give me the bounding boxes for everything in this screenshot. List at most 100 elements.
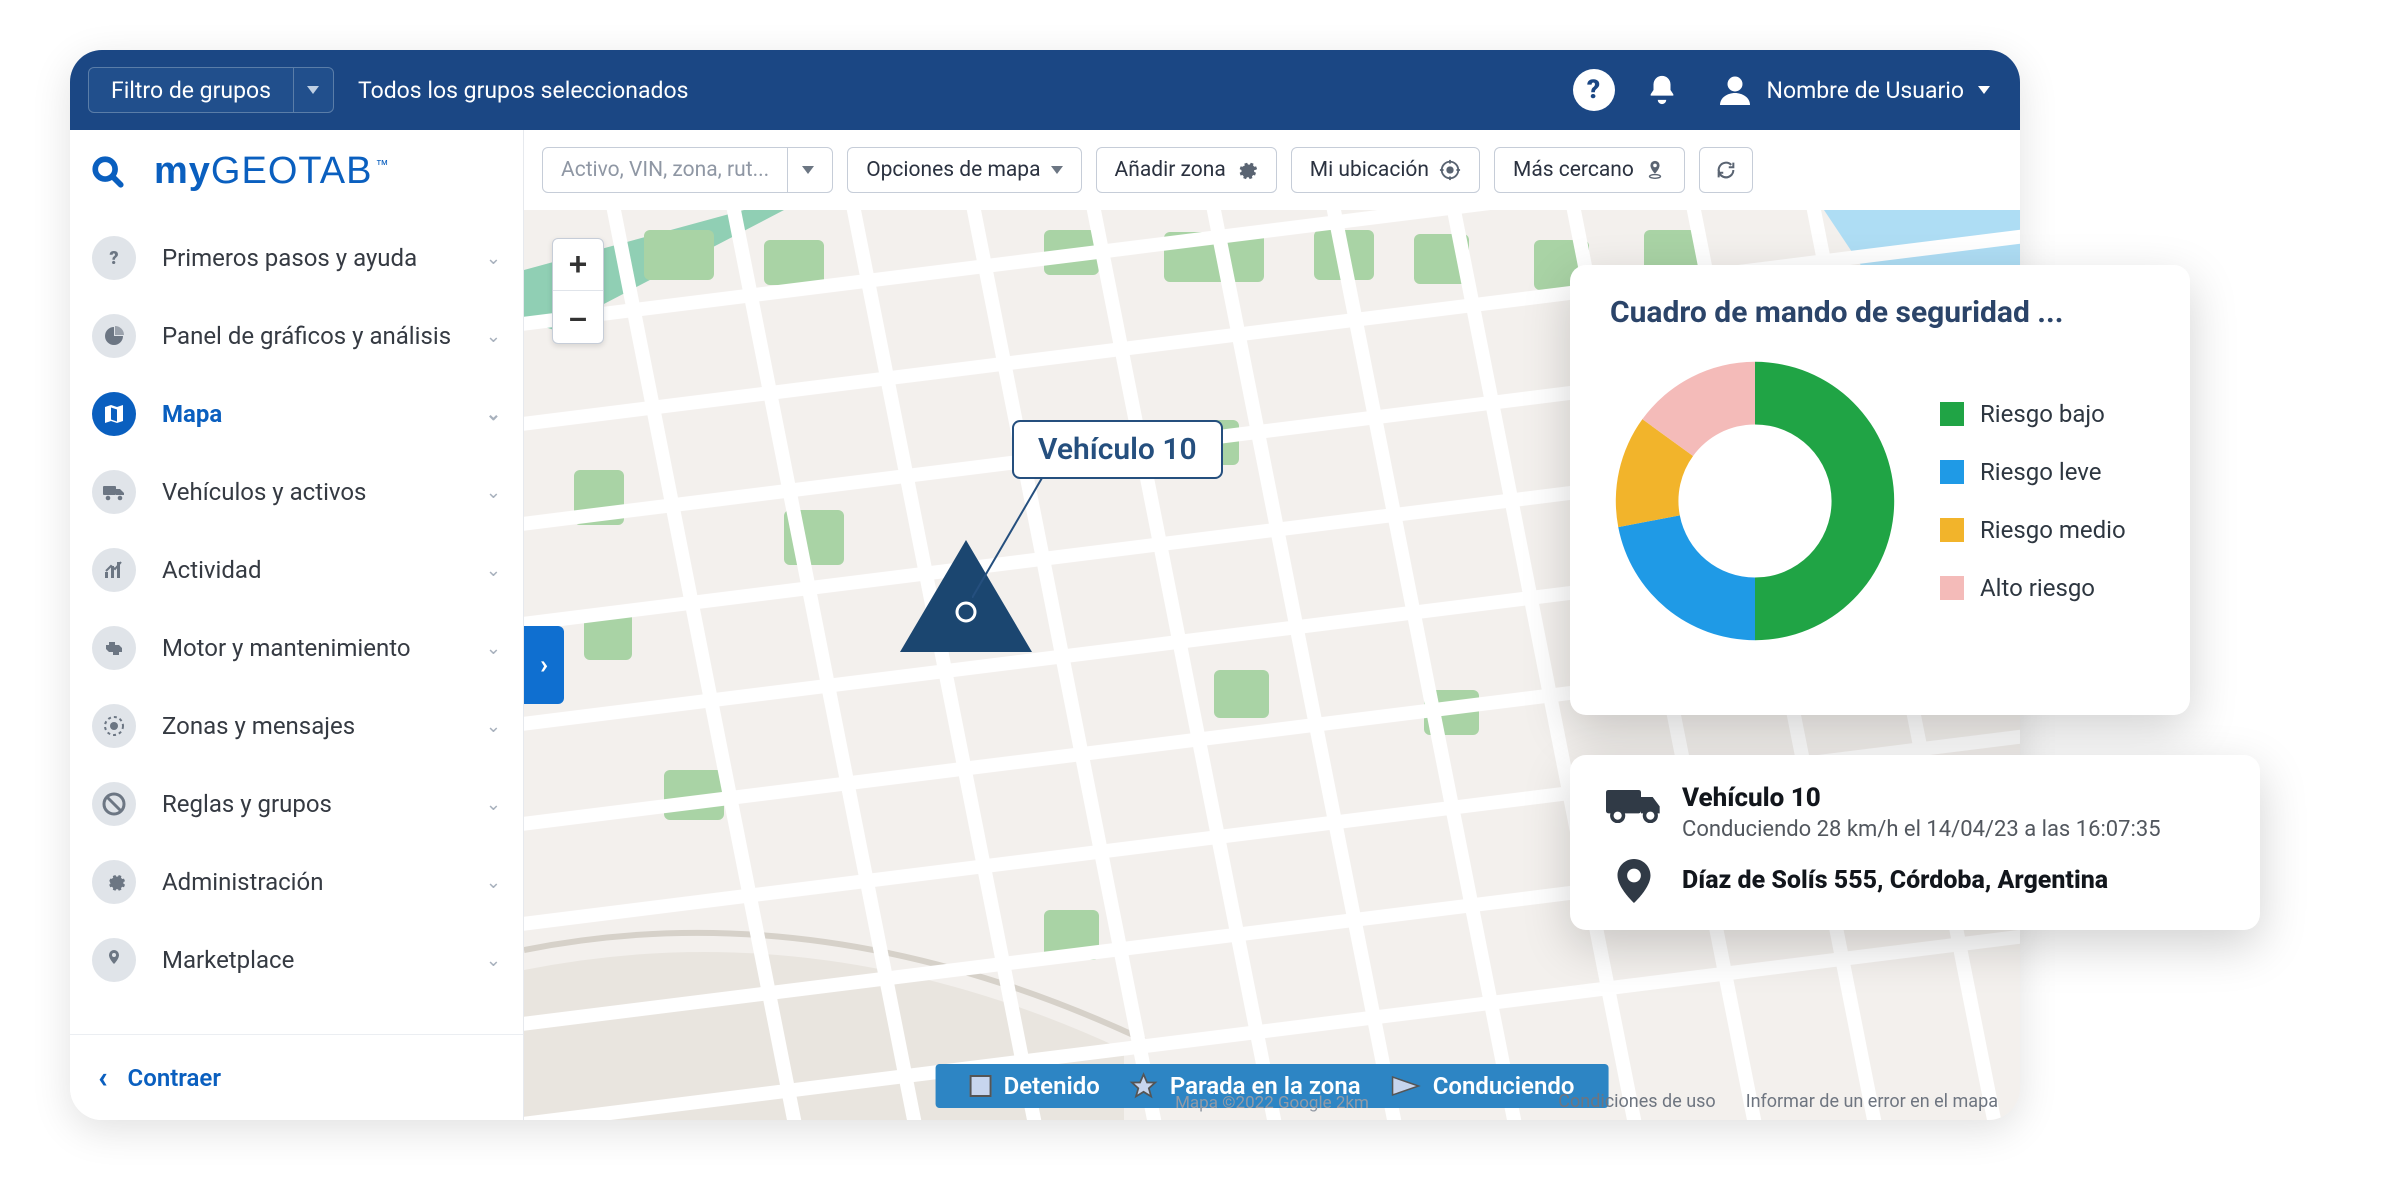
risk-legend-item: Riesgo medio <box>1940 516 2126 544</box>
vehicle-name: Vehículo 10 <box>1682 783 2161 813</box>
donut-slice-1 <box>1618 515 1755 640</box>
chevron-down-icon: ⌄ <box>486 716 501 737</box>
vehicle-address: Díaz de Solís 555, Córdoba, Argentina <box>1682 864 2108 898</box>
report-error-link[interactable]: Informar de un error en el mapa <box>1746 1091 1998 1112</box>
group-filter-caret[interactable] <box>293 68 333 112</box>
collapse-sidebar-button[interactable]: ‹ Contraer <box>70 1034 523 1120</box>
map-options-label: Opciones de mapa <box>866 158 1040 182</box>
chevron-down-icon: ⌄ <box>486 794 501 815</box>
truck-icon <box>92 470 136 514</box>
legend-swatch <box>1940 402 1964 426</box>
group-filter-label: Filtro de grupos <box>89 77 293 104</box>
group-filter-dropdown[interactable]: Filtro de grupos <box>88 67 334 113</box>
zones-icon <box>92 704 136 748</box>
chevron-down-icon: ⌄ <box>486 872 501 893</box>
legend-swatch <box>1940 460 1964 484</box>
sidebar-item-marketplace[interactable]: Marketplace⌄ <box>70 921 523 999</box>
asset-search-placeholder: Activo, VIN, zona, rut... <box>561 158 769 182</box>
chevron-down-icon <box>1978 86 1990 94</box>
add-zone-label: Añadir zona <box>1115 158 1226 182</box>
gear-icon <box>92 860 136 904</box>
legend-label: Riesgo bajo <box>1980 400 2105 428</box>
nearest-label: Más cercano <box>1513 158 1634 182</box>
expand-panel-button[interactable]: › <box>524 626 564 704</box>
sidebar-item-label: Motor y mantenimiento <box>162 634 486 662</box>
sidebar-item-engine[interactable]: Motor y mantenimiento⌄ <box>70 609 523 687</box>
map-toolbar: Activo, VIN, zona, rut... Opciones de ma… <box>524 130 2020 210</box>
sidebar-item-activity[interactable]: Actividad⌄ <box>70 531 523 609</box>
vehicle-label: Vehículo 10 <box>1038 432 1197 467</box>
bell-icon <box>1645 73 1679 107</box>
vehicle-label-callout[interactable]: Vehículo 10 <box>1012 420 1223 479</box>
star-icon <box>1130 1072 1158 1100</box>
legend-label: Alto riesgo <box>1980 574 2095 602</box>
chevron-down-icon <box>307 86 319 94</box>
map-options-button[interactable]: Opciones de mapa <box>847 147 1081 193</box>
activity-icon <box>92 548 136 592</box>
legend-swatch <box>1940 576 1964 600</box>
map-icon <box>92 392 136 436</box>
sidebar-item-rules[interactable]: Reglas y grupos⌄ <box>70 765 523 843</box>
sidebar: myGEOTAB™ ?Primeros pasos y ayuda⌄Panel … <box>70 130 524 1120</box>
question-icon: ? <box>92 236 136 280</box>
chart-icon <box>92 314 136 358</box>
terms-link[interactable]: Condiciones de uso <box>1558 1091 1715 1112</box>
flag-icon <box>1391 1075 1421 1097</box>
pin-icon <box>1644 159 1666 181</box>
engine-icon <box>92 626 136 670</box>
sidebar-item-zones[interactable]: Zonas y mensajes⌄ <box>70 687 523 765</box>
user-menu[interactable]: Nombre de Usuario <box>1717 72 1990 108</box>
location-pin-icon <box>1606 860 1662 902</box>
risk-legend-item: Riesgo bajo <box>1940 400 2126 428</box>
groups-selected-text: Todos los grupos seleccionados <box>358 77 689 104</box>
square-icon <box>970 1075 992 1097</box>
vehicle-status: Conduciendo 28 km/h el 14/04/23 a las 16… <box>1682 817 2161 842</box>
nearest-button[interactable]: Más cercano <box>1494 147 1685 193</box>
notifications-button[interactable] <box>1645 73 1679 107</box>
search-button[interactable] <box>88 152 128 192</box>
sidebar-item-question[interactable]: ?Primeros pasos y ayuda⌄ <box>70 219 523 297</box>
sidebar-item-chart[interactable]: Panel de gráficos y análisis⌄ <box>70 297 523 375</box>
sidebar-item-label: Marketplace <box>162 946 486 974</box>
risk-donut-chart <box>1610 356 1900 646</box>
add-zone-button[interactable]: Añadir zona <box>1096 147 1277 193</box>
collapse-label: Contraer <box>128 1064 221 1092</box>
crosshair-icon <box>1439 159 1461 181</box>
risk-legend-item: Alto riesgo <box>1940 574 2126 602</box>
sidebar-item-gear[interactable]: Administración⌄ <box>70 843 523 921</box>
chevron-down-icon: ⌄ <box>486 950 501 971</box>
sidebar-item-label: Primeros pasos y ayuda <box>162 244 486 272</box>
sidebar-item-label: Zonas y mensajes <box>162 712 486 740</box>
topbar: Filtro de grupos Todos los grupos selecc… <box>70 50 2020 130</box>
legend-label: Riesgo leve <box>1980 458 2101 486</box>
asset-search-dropdown[interactable]: Activo, VIN, zona, rut... <box>542 147 833 193</box>
map-attribution: Mapa ©2022 Google 2km <box>1175 1093 1369 1113</box>
search-icon <box>91 155 125 189</box>
sidebar-item-truck[interactable]: Vehículos y activos⌄ <box>70 453 523 531</box>
nav: ? Primeros pasos y ayuda ⌄ Panel de gráfico… <box>70 219 523 1034</box>
sidebar-item-map[interactable]: Mapa⌄ <box>70 375 523 453</box>
zoom-out-button[interactable]: – <box>553 291 603 343</box>
chevron-down-icon <box>1051 166 1063 174</box>
help-button[interactable]: ? <box>1573 69 1615 111</box>
chevron-down-icon <box>802 166 814 174</box>
refresh-button[interactable] <box>1699 147 1753 193</box>
rules-icon <box>92 782 136 826</box>
gear-icon <box>1236 159 1258 181</box>
avatar-icon <box>1717 72 1753 108</box>
legend-swatch <box>1940 518 1964 542</box>
sidebar-item-label: Actividad <box>162 556 486 584</box>
donut-slice-0 <box>1755 362 1894 640</box>
chevron-right-icon: › <box>540 650 548 680</box>
risk-legend-item: Riesgo leve <box>1940 458 2126 486</box>
my-location-button[interactable]: Mi ubicación <box>1291 147 1480 193</box>
map-footer: Condiciones de uso Informar de un error … <box>1558 1091 1998 1112</box>
svg-text:?: ? <box>109 248 118 269</box>
marketplace-icon <box>92 938 136 982</box>
sidebar-item-label: Administración <box>162 868 486 896</box>
chevron-down-icon: ⌄ <box>486 404 501 425</box>
question-icon: ? <box>1587 75 1600 105</box>
vehicle-info-text: Vehículo 10 Conduciendo 28 km/h el 14/04… <box>1682 783 2161 842</box>
zoom-control: + – <box>552 238 604 344</box>
zoom-in-button[interactable]: + <box>553 239 603 291</box>
